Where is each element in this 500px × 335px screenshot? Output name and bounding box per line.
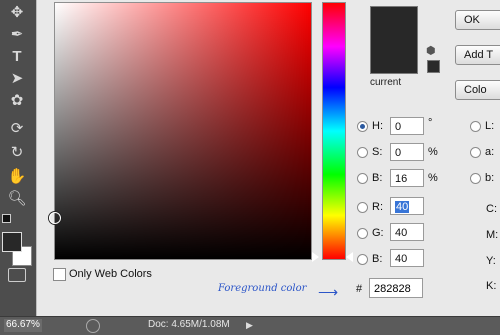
foreground-color-swatch[interactable] bbox=[2, 232, 22, 252]
h-input[interactable]: 0 bbox=[390, 117, 424, 135]
zoom-icon[interactable]: 🔍︎ bbox=[6, 188, 28, 208]
current-label: current bbox=[370, 77, 402, 88]
hue-slider[interactable] bbox=[322, 2, 346, 260]
saturation-brightness-field[interactable] bbox=[54, 2, 312, 260]
zoom-level[interactable]: 66.67% bbox=[4, 319, 42, 332]
l-label: L: bbox=[485, 120, 495, 132]
color-picker-cursor[interactable] bbox=[49, 212, 61, 224]
move-icon[interactable]: ✥ bbox=[6, 2, 28, 22]
color-libraries-button[interactable]: Colo bbox=[455, 80, 500, 100]
current-color-swatch bbox=[370, 6, 418, 74]
h-label: H: bbox=[372, 120, 383, 132]
a-radio[interactable] bbox=[470, 147, 481, 158]
blue-radio[interactable] bbox=[357, 254, 368, 265]
degree-unit: ° bbox=[428, 117, 433, 129]
s-unit: % bbox=[428, 146, 438, 158]
c-label: C: bbox=[486, 203, 497, 215]
s-radio[interactable] bbox=[357, 147, 368, 158]
b-input[interactable]: 16 bbox=[390, 169, 424, 187]
l-radio[interactable] bbox=[470, 121, 481, 132]
add-to-swatches-button[interactable]: Add T bbox=[455, 45, 500, 65]
b-label: B: bbox=[372, 172, 383, 184]
lab-b-radio[interactable] bbox=[470, 173, 481, 184]
m-label: M: bbox=[486, 229, 499, 241]
y-label: Y: bbox=[486, 255, 496, 267]
blue-label: B: bbox=[372, 253, 383, 265]
default-colors-icon[interactable] bbox=[2, 214, 11, 223]
pen-icon[interactable]: ✒ bbox=[6, 24, 28, 44]
status-bar: 66.67% Doc: 4.65M/1.08M ▶ bbox=[0, 316, 500, 335]
h-radio[interactable] bbox=[357, 121, 368, 132]
s-input[interactable]: 0 bbox=[390, 143, 424, 161]
rotate-icon[interactable]: ⟳ bbox=[6, 118, 28, 138]
blue-input[interactable]: 40 bbox=[390, 249, 424, 267]
r-label: R: bbox=[372, 201, 383, 213]
hand-icon[interactable]: ✋ bbox=[6, 166, 28, 186]
shape-icon[interactable]: ✿ bbox=[6, 90, 28, 110]
3d-orbit-icon[interactable]: ↻ bbox=[6, 142, 28, 162]
annotation-arrow-icon: ⟶ bbox=[318, 284, 339, 300]
info-icon[interactable] bbox=[86, 319, 100, 333]
status-menu-arrow-icon[interactable]: ▶ bbox=[246, 320, 253, 331]
g-label: G: bbox=[372, 227, 384, 239]
hex-label: # bbox=[356, 283, 363, 295]
r-input[interactable]: 40 bbox=[390, 197, 424, 215]
web-safe-swatch[interactable] bbox=[427, 60, 440, 73]
tools-panel: ✥ ✒ T ➤ ✿ ⟳ ↻ ✋ 🔍︎ bbox=[0, 0, 37, 316]
s-label: S: bbox=[372, 146, 383, 158]
b-unit: % bbox=[428, 172, 438, 184]
only-web-colors-checkbox[interactable] bbox=[53, 268, 66, 281]
quick-mask-icon[interactable] bbox=[8, 268, 26, 282]
g-radio[interactable] bbox=[357, 228, 368, 239]
g-input[interactable]: 40 bbox=[390, 223, 424, 241]
ok-button[interactable]: OK bbox=[455, 10, 500, 30]
select-arrow-icon[interactable]: ➤ bbox=[6, 68, 28, 88]
r-radio[interactable] bbox=[357, 202, 368, 213]
a-label: a: bbox=[485, 146, 495, 158]
b-radio[interactable] bbox=[357, 173, 368, 184]
lab-b-label: b: bbox=[485, 172, 495, 184]
k-label: K: bbox=[486, 280, 497, 292]
type-icon[interactable]: T bbox=[6, 46, 28, 66]
only-web-colors-label: Only Web Colors bbox=[69, 268, 152, 280]
foreground-color-annotation: Foreground color bbox=[218, 283, 307, 294]
web-safe-cube-icon[interactable]: ⬢ bbox=[426, 44, 438, 57]
hex-input[interactable]: 282828 bbox=[369, 278, 423, 298]
doc-size: Doc: 4.65M/1.08M bbox=[148, 319, 230, 330]
hue-slider-right-arrow-icon[interactable] bbox=[346, 252, 353, 262]
r-input-value: 40 bbox=[395, 201, 410, 213]
hue-slider-left-arrow-icon[interactable] bbox=[312, 252, 319, 262]
